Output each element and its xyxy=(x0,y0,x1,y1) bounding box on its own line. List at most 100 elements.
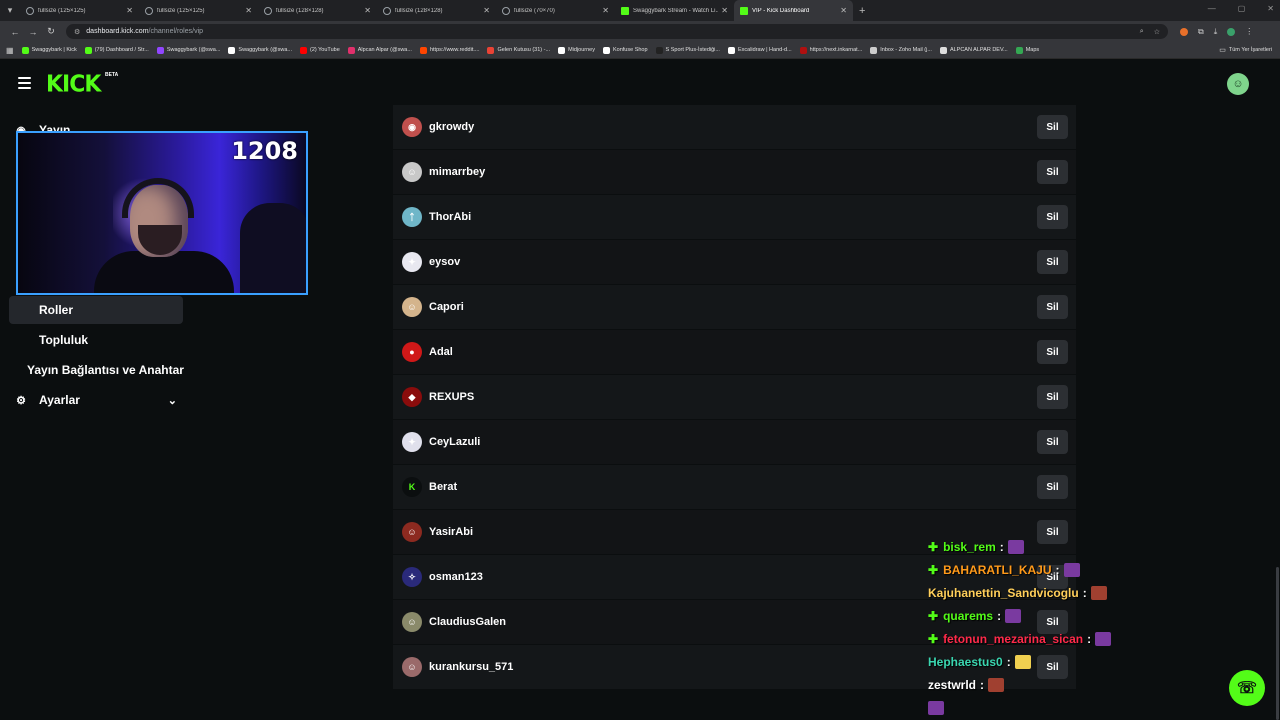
user-avatar[interactable]: ◆ xyxy=(402,387,422,407)
bookmark-item[interactable]: (79) Dashboard / Str... xyxy=(84,46,149,54)
close-tab-icon[interactable]: ✕ xyxy=(721,6,728,15)
bookmark-item[interactable]: Alpcan Alpar (@swa... xyxy=(347,46,412,54)
vip-username[interactable]: Capori xyxy=(429,301,464,313)
browser-menu-icon[interactable]: ⋮ xyxy=(1245,27,1253,36)
close-tab-icon[interactable]: ✕ xyxy=(245,6,252,15)
vip-username[interactable]: ClaudiusGalen xyxy=(429,616,506,628)
browser-tab[interactable]: fullsize (70×70) ✕ xyxy=(496,0,615,21)
bookmark-item[interactable]: S Sport Plus-İstediği... xyxy=(655,46,720,54)
vip-username[interactable]: osman123 xyxy=(429,571,483,583)
user-avatar[interactable]: ☺ xyxy=(402,522,422,542)
hamburger-menu-icon[interactable] xyxy=(18,77,31,92)
chat-username[interactable]: Hephaestus0 xyxy=(928,655,1003,669)
user-avatar[interactable]: K xyxy=(402,477,422,497)
kick-logo[interactable]: KICK xyxy=(46,71,101,97)
remove-vip-button[interactable]: Sil xyxy=(1037,340,1068,364)
download-icon[interactable]: ⤓ xyxy=(1214,27,1218,37)
bookmark-item[interactable]: Maps xyxy=(1015,46,1039,54)
remove-vip-button[interactable]: Sil xyxy=(1037,295,1068,319)
user-avatar[interactable]: ☺ xyxy=(402,657,422,677)
page-scrollbar[interactable] xyxy=(1276,567,1279,720)
remove-vip-button[interactable]: Sil xyxy=(1037,475,1068,499)
reload-icon[interactable]: ↻ xyxy=(42,26,60,37)
remove-vip-button[interactable]: Sil xyxy=(1037,160,1068,184)
user-avatar[interactable]: ✦ xyxy=(402,252,422,272)
vip-username[interactable]: mimarrbey xyxy=(429,166,485,178)
user-avatar[interactable]: ● xyxy=(402,342,422,362)
close-tab-icon[interactable]: ✕ xyxy=(483,6,490,15)
bookmark-item[interactable]: https://www.reddit.... xyxy=(419,46,479,54)
site-info-icon[interactable]: ⚙ xyxy=(74,28,80,36)
all-bookmarks-folder[interactable]: ▭ Tüm Yer İşaretleri xyxy=(1219,46,1272,54)
remove-vip-button[interactable]: Sil xyxy=(1037,205,1068,229)
close-tab-icon[interactable]: ✕ xyxy=(602,6,609,15)
vip-username[interactable]: REXUPS xyxy=(429,391,474,403)
vip-username[interactable]: ThorAbi xyxy=(429,211,471,223)
sidebar-item-ayarlar[interactable]: ⚙ Ayarlar ⌄ xyxy=(9,386,183,414)
bookmark-item[interactable]: Swaggybark (@swa... xyxy=(156,46,220,54)
remove-vip-button[interactable]: Sil xyxy=(1037,115,1068,139)
sidebar-item-stream-key[interactable]: Yayın Bağlantısı ve Anahtar xyxy=(9,356,189,384)
url-input[interactable]: ⚙ dashboard.kick.com/channel/roles/vip ⌕… xyxy=(66,24,1168,39)
chat-username[interactable]: quarems xyxy=(943,609,993,623)
bookmark-item[interactable]: (2) YouTube xyxy=(299,46,340,54)
vip-username[interactable]: Berat xyxy=(429,481,457,493)
forward-icon[interactable]: → xyxy=(24,27,42,37)
vip-username[interactable]: gkrowdy xyxy=(429,121,474,133)
chat-username[interactable]: zestwrld xyxy=(928,678,976,692)
chat-username[interactable]: bisk_rem xyxy=(943,540,996,554)
user-avatar[interactable]: ◉ xyxy=(402,117,422,137)
support-chat-button[interactable]: ☏ xyxy=(1229,670,1265,706)
remove-vip-button[interactable]: Sil xyxy=(1037,385,1068,409)
browser-tab[interactable]: Swaggybark Stream - Watch Li... ✕ xyxy=(615,0,734,21)
chat-username[interactable]: BAHARATLI_KAJU xyxy=(943,563,1051,577)
user-avatar[interactable]: ✧ xyxy=(402,567,422,587)
close-tab-icon[interactable]: ✕ xyxy=(126,6,133,15)
chat-username[interactable]: Kajuhanettin_Sandvicoglu xyxy=(928,586,1079,600)
user-avatar[interactable]: ✦ xyxy=(402,432,422,452)
bookmark-item[interactable]: Swaggybark | Kick xyxy=(21,46,77,54)
apps-grid-icon[interactable]: ▦ xyxy=(6,46,14,55)
extension-icon[interactable] xyxy=(1180,27,1188,36)
close-window-icon[interactable]: ✕ xyxy=(1267,4,1274,13)
user-avatar[interactable]: ☺ xyxy=(402,297,422,317)
browser-tab[interactable]: VIP - Kick Dashboard ✕ xyxy=(734,0,853,21)
bookmark-item[interactable]: Konfuse Shop xyxy=(602,46,648,54)
remove-vip-button[interactable]: Sil xyxy=(1037,250,1068,274)
remove-vip-button[interactable]: Sil xyxy=(1037,430,1068,454)
bookmark-item[interactable]: https://next.inkarnat... xyxy=(799,46,862,54)
vip-username[interactable]: Adal xyxy=(429,346,453,358)
zoom-icon[interactable]: ⌕ xyxy=(1140,28,1144,36)
remove-vip-button[interactable]: Sil xyxy=(1037,520,1068,544)
sidebar-item-roller[interactable]: Roller xyxy=(9,296,183,324)
profile-avatar-icon[interactable] xyxy=(1227,27,1236,36)
sidebar-item-topluluk[interactable]: Topluluk xyxy=(9,326,183,354)
extensions-puzzle-icon[interactable]: ⧉ xyxy=(1198,27,1204,37)
user-avatar[interactable]: ☺ xyxy=(402,162,422,182)
chevron-down-icon[interactable]: ⌄ xyxy=(168,394,177,407)
browser-tab[interactable]: fullsize (125×125) ✕ xyxy=(139,0,258,21)
bookmark-item[interactable]: Excalidraw | Hand-d... xyxy=(727,46,792,54)
browser-tab[interactable]: fullsize (125×125) ✕ xyxy=(20,0,139,21)
bookmark-item[interactable]: Swaggybark (@swa... xyxy=(228,46,292,54)
maximize-icon[interactable]: ▢ xyxy=(1238,4,1246,13)
user-avatar[interactable]: ☺ xyxy=(402,612,422,632)
back-icon[interactable]: ← xyxy=(6,27,24,37)
bookmark-item[interactable]: Gelen Kutusu (31) -... xyxy=(487,46,550,54)
new-tab-button[interactable]: + xyxy=(859,5,865,17)
bookmark-item[interactable]: Midjourney xyxy=(558,46,595,54)
chat-username[interactable]: fetonun_mezarina_sican xyxy=(943,632,1083,646)
user-avatar[interactable]: ᛏ xyxy=(402,207,422,227)
tab-search-icon[interactable]: ▾ xyxy=(0,0,20,21)
bookmark-star-icon[interactable]: ☆ xyxy=(1154,28,1160,36)
vip-username[interactable]: CeyLazuli xyxy=(429,436,480,448)
browser-tab[interactable]: fullsize (128×128) ✕ xyxy=(258,0,377,21)
browser-tab[interactable]: fullsize (128×128) ✕ xyxy=(377,0,496,21)
vip-username[interactable]: kurankursu_571 xyxy=(429,661,513,673)
close-tab-icon[interactable]: ✕ xyxy=(364,6,371,15)
remove-vip-button[interactable]: Sil xyxy=(1037,655,1068,679)
minimize-icon[interactable]: — xyxy=(1208,4,1216,13)
bookmark-item[interactable]: ALPCAN ALPAR DEV... xyxy=(939,46,1008,54)
vip-username[interactable]: YasirAbi xyxy=(429,526,473,538)
user-avatar[interactable]: ☺ xyxy=(1227,73,1249,95)
